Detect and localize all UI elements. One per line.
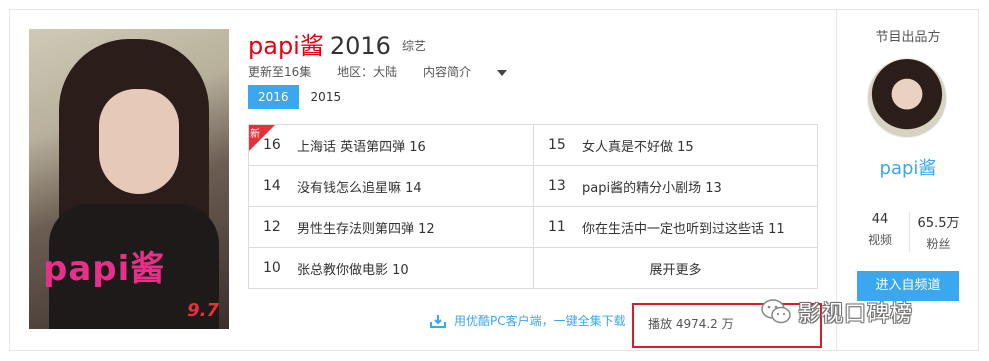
- show-year: 2016: [329, 32, 391, 60]
- chevron-down-icon: [496, 69, 507, 76]
- fans-label: 粉丝: [926, 237, 951, 251]
- videos-label: 视频: [867, 233, 892, 247]
- producer-name[interactable]: papi酱: [837, 154, 979, 180]
- episode-list: 新 16 上海话 英语第四弹 16 15 女人真是不好做 15 14 没有钱怎么…: [248, 124, 818, 289]
- episode-number: 11: [548, 219, 566, 235]
- watermark: 影视口碑榜: [760, 296, 913, 328]
- episode-item[interactable]: 13 papi酱的精分小剧场 13: [533, 166, 817, 206]
- episode-number: 12: [263, 219, 281, 235]
- fans-count: 65.5万: [917, 216, 960, 231]
- year-tab-2015[interactable]: 2015: [301, 85, 352, 109]
- episode-title: 女人真是不好做 15: [582, 139, 694, 155]
- fans-stat: 65.5万 粉丝: [909, 212, 967, 252]
- watermark-text: 影视口碑榜: [798, 302, 914, 327]
- episode-row: 16 上海话 英语第四弹 16 15 女人真是不好做 15: [249, 125, 817, 166]
- region: 地区：大陆: [337, 65, 398, 79]
- episode-item[interactable]: 11 你在生活中一定也听到过这些话 11: [533, 207, 817, 247]
- year-tabs: 2016 2015: [248, 85, 353, 109]
- episode-title: 上海话 英语第四弹 16: [297, 139, 426, 155]
- episode-item[interactable]: 10 张总教你做电影 10: [249, 248, 533, 288]
- intro-toggle-label: 内容简介: [422, 65, 471, 79]
- episode-title: 你在生活中一定也听到过这些话 11: [582, 221, 785, 237]
- show-name[interactable]: papi酱: [248, 32, 324, 60]
- episode-row: 14 没有钱怎么追星嘛 14 13 papi酱的精分小剧场 13: [249, 166, 817, 207]
- year-tab-2016[interactable]: 2016: [248, 85, 299, 109]
- episode-row: 12 男性生存法则第四弹 12 11 你在生活中一定也听到过这些话 11: [249, 207, 817, 248]
- show-more-button[interactable]: 展开更多: [533, 248, 817, 288]
- producer-section-title: 节目出品方: [875, 30, 941, 45]
- episode-number: 15: [548, 137, 566, 153]
- producer-stats: 44 视频 65.5万 粉丝: [851, 212, 967, 252]
- download-icon: [430, 314, 446, 328]
- new-badge-label: 新: [250, 129, 260, 140]
- episode-item[interactable]: 16 上海话 英语第四弹 16: [249, 125, 533, 165]
- show-genre[interactable]: 综艺: [402, 37, 426, 54]
- episode-item[interactable]: 12 男性生存法则第四弹 12: [249, 207, 533, 247]
- download-link[interactable]: 用优酷PC客户端，一键全集下载: [430, 312, 626, 329]
- page-title: papi酱 2016: [248, 26, 391, 61]
- show-poster[interactable]: papi酱 9.7: [29, 29, 229, 329]
- episode-title: 张总教你做电影 10: [297, 262, 409, 278]
- poster-face: [99, 89, 179, 194]
- download-text: 用优酷PC客户端，一键全集下载: [454, 314, 626, 328]
- videos-stat: 44 视频: [851, 212, 909, 252]
- episode-number: 13: [548, 178, 566, 194]
- episode-number: 14: [263, 178, 281, 194]
- episode-number: 10: [263, 260, 281, 276]
- wechat-icon: [761, 299, 791, 324]
- episode-row: 10 张总教你做电影 10 展开更多: [249, 248, 817, 288]
- show-meta: 更新至16集 地区：大陆 内容简介: [248, 63, 529, 80]
- videos-count: 44: [871, 212, 889, 227]
- episode-item[interactable]: 15 女人真是不好做 15: [533, 125, 817, 165]
- poster-logo: papi酱: [43, 249, 166, 289]
- avatar[interactable]: [867, 58, 947, 138]
- episode-title: papi酱的精分小剧场 13: [582, 180, 722, 196]
- update-status: 更新至16集: [248, 65, 312, 79]
- poster-score: 9.7: [187, 300, 219, 321]
- intro-toggle[interactable]: 内容简介: [423, 65, 507, 79]
- episode-item[interactable]: 14 没有钱怎么追星嘛 14: [249, 166, 533, 206]
- episode-title: 没有钱怎么追星嘛 14: [297, 180, 422, 196]
- episode-title: 男性生存法则第四弹 12: [297, 221, 435, 237]
